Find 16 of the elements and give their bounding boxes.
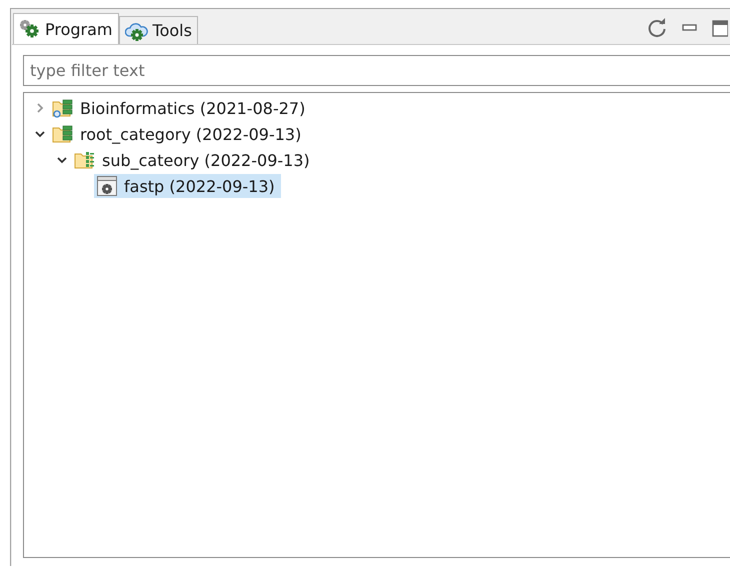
tab[interactable]: Program [13,13,119,44]
gears-icon [19,19,41,39]
cloud-gear-icon [124,20,149,40]
gear-window-icon [96,175,118,197]
tree-item[interactable]: fastp (2022-09-13) [94,174,281,198]
database-folder-icon [52,98,74,118]
tree-item[interactable]: Bioinformatics (2021-08-27) [50,96,312,120]
tree-item[interactable]: root_category (2022-09-13) [50,122,308,146]
tree-item[interactable]: sub_cateory (2022-09-13) [72,148,316,172]
tab[interactable]: Tools [118,16,198,44]
list-folder-icon [74,150,96,170]
maximize-icon[interactable] [712,19,728,37]
database-folder-icon [52,124,74,144]
refresh-icon[interactable] [646,17,668,39]
filter-field[interactable]: type filter text [23,55,730,86]
minimize-icon[interactable] [682,24,698,32]
